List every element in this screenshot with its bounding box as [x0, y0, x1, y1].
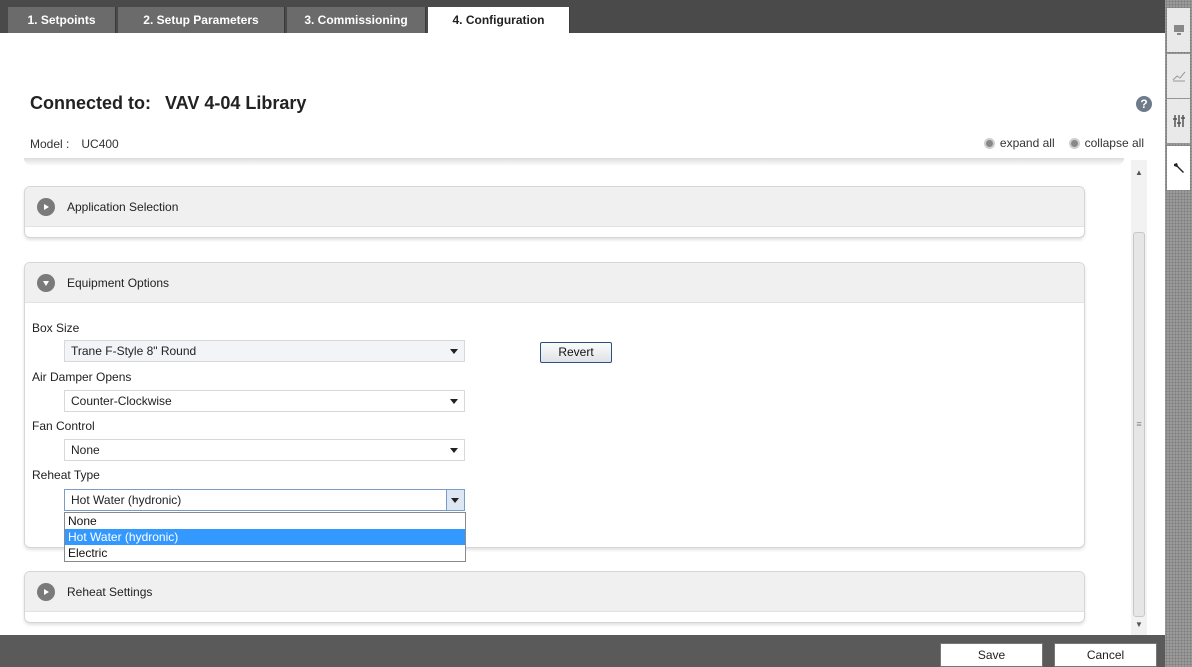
reheat-settings-panel: Reheat Settings	[24, 571, 1085, 623]
model-value: UC400	[81, 137, 119, 151]
box-size-select[interactable]: Trane F-Style 8" Round	[64, 340, 465, 362]
chart-icon[interactable]	[1167, 54, 1190, 98]
collapse-arrow-icon	[37, 273, 55, 292]
device-name: VAV 4-04 Library	[165, 93, 307, 113]
tab-setpoints[interactable]: 1. Setpoints	[8, 7, 116, 33]
reheat-type-label: Reheat Type	[32, 468, 100, 482]
expand-all-label: expand all	[999, 136, 1055, 150]
chevron-down-icon	[450, 349, 458, 354]
tab-configuration[interactable]: 4. Configuration	[428, 7, 570, 33]
reheat-type-value: Hot Water (hydronic)	[71, 493, 182, 507]
reheat-type-select[interactable]: Hot Water (hydronic)	[64, 489, 465, 511]
monitor-icon[interactable]	[1167, 8, 1190, 52]
connected-label: Connected to:	[30, 93, 151, 113]
expand-collapse-controls: expand all collapse all	[976, 136, 1144, 150]
scroll-thumb[interactable]: ≡	[1133, 232, 1145, 617]
reheat-settings-header[interactable]: Reheat Settings	[25, 572, 1084, 612]
expand-all-option[interactable]: expand all	[983, 136, 1055, 150]
grip-icon: ≡	[1136, 419, 1142, 429]
application-selection-panel: Application Selection	[24, 186, 1085, 238]
connection-title: Connected to: VAV 4-04 Library	[30, 93, 306, 114]
air-damper-label: Air Damper Opens	[32, 370, 132, 384]
dropdown-option-selected[interactable]: Hot Water (hydronic)	[65, 529, 465, 545]
dropdown-option[interactable]: None	[65, 513, 465, 529]
radio-icon	[983, 137, 995, 149]
help-icon[interactable]: ?	[1136, 96, 1152, 112]
expand-arrow-icon	[37, 197, 55, 216]
air-damper-value: Counter-Clockwise	[71, 394, 172, 408]
dropdown-option[interactable]: Electric	[65, 545, 465, 561]
save-button[interactable]: Save	[940, 643, 1043, 667]
box-size-label: Box Size	[32, 321, 80, 335]
chevron-down-icon	[450, 399, 458, 404]
scroll-down-icon[interactable]: ▼	[1131, 618, 1147, 632]
right-rail	[1165, 0, 1192, 667]
reheat-type-dropdown: None Hot Water (hydronic) Electric	[64, 512, 466, 562]
wrench-icon[interactable]	[1167, 146, 1190, 190]
collapse-all-label: collapse all	[1084, 136, 1144, 150]
chevron-down-icon	[451, 498, 459, 503]
dropdown-button[interactable]	[446, 490, 464, 510]
equipment-options-title: Equipment Options	[67, 275, 170, 290]
tab-commissioning[interactable]: 3. Commissioning	[287, 7, 426, 33]
collapse-all-option[interactable]: collapse all	[1068, 136, 1144, 150]
fan-control-select[interactable]: None	[64, 439, 465, 461]
tab-setup-parameters[interactable]: 2. Setup Parameters	[118, 7, 285, 33]
model-label: Model :	[30, 137, 70, 151]
scroll-up-icon[interactable]: ▲	[1131, 166, 1147, 180]
box-size-value: Trane F-Style 8" Round	[71, 344, 197, 358]
radio-icon	[1068, 137, 1080, 149]
equipment-options-header[interactable]: Equipment Options	[25, 263, 1084, 303]
model-info: Model : UC400	[30, 137, 119, 151]
header-divider	[24, 158, 1124, 166]
reheat-settings-title: Reheat Settings	[67, 584, 153, 599]
expand-arrow-icon	[37, 582, 55, 601]
application-selection-title: Application Selection	[67, 199, 179, 214]
cancel-button[interactable]: Cancel	[1054, 643, 1157, 667]
application-selection-header[interactable]: Application Selection	[25, 187, 1084, 227]
revert-button[interactable]: Revert	[540, 342, 612, 363]
chevron-down-icon	[450, 448, 458, 453]
vertical-scrollbar[interactable]: ▲ ≡ ▼	[1131, 160, 1147, 635]
air-damper-select[interactable]: Counter-Clockwise	[64, 390, 465, 412]
tab-bar: 1. Setpoints 2. Setup Parameters 3. Comm…	[0, 0, 1165, 33]
sliders-icon[interactable]	[1167, 99, 1190, 143]
fan-control-label: Fan Control	[32, 419, 95, 433]
fan-control-value: None	[71, 443, 100, 457]
